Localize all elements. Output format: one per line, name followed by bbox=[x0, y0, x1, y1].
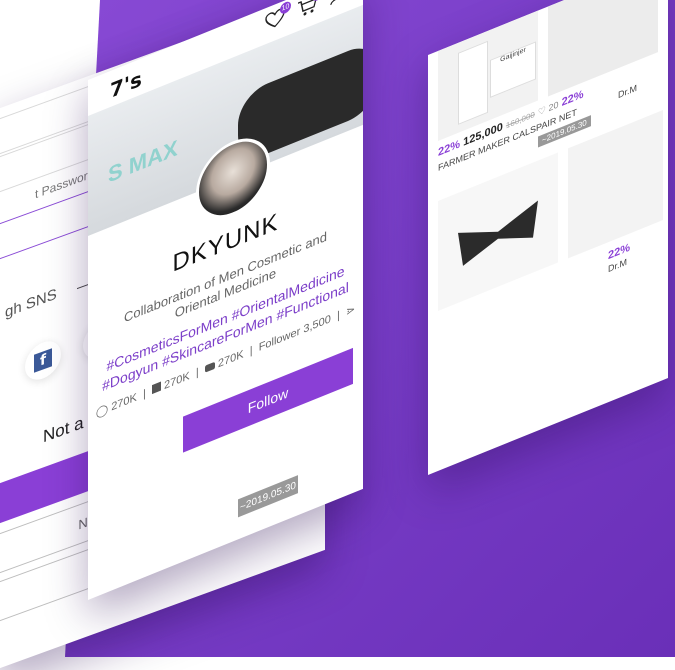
cart-icon bbox=[298, 0, 317, 16]
date-badge: ~2019.05.30 bbox=[238, 475, 298, 518]
mask-product-image bbox=[458, 200, 538, 266]
user-button[interactable] bbox=[329, 0, 349, 12]
instagram-count: 270K bbox=[111, 391, 137, 414]
facebook-count: 270K bbox=[164, 369, 190, 393]
youtube-icon bbox=[204, 361, 215, 373]
instagram-icon: ◯ bbox=[95, 402, 109, 420]
banner-text: S MAX bbox=[108, 134, 178, 188]
facebook-login-button[interactable]: f bbox=[25, 335, 61, 386]
youtube-count: 270K bbox=[217, 348, 244, 371]
product-image-4[interactable] bbox=[568, 110, 663, 259]
share-icon[interactable]: ⋗ bbox=[346, 303, 355, 319]
product-image-2[interactable] bbox=[548, 0, 658, 97]
cart-button[interactable]: 3 bbox=[297, 0, 323, 25]
facebook-icon bbox=[151, 381, 161, 395]
sns-login-label: gh SNS bbox=[5, 285, 57, 322]
product-box: Gaijinjer bbox=[490, 41, 536, 98]
product-name-2[interactable]: Dr.M bbox=[618, 83, 637, 101]
user-icon bbox=[330, 0, 346, 6]
wishlist-button[interactable]: 10 bbox=[265, 0, 291, 37]
discount-rate-2: 22% bbox=[561, 88, 584, 110]
product-bottle bbox=[458, 40, 488, 125]
facebook-icon: f bbox=[34, 348, 52, 373]
product-image-3[interactable] bbox=[438, 152, 558, 311]
wishlist-count-badge: 10 bbox=[280, 0, 291, 16]
